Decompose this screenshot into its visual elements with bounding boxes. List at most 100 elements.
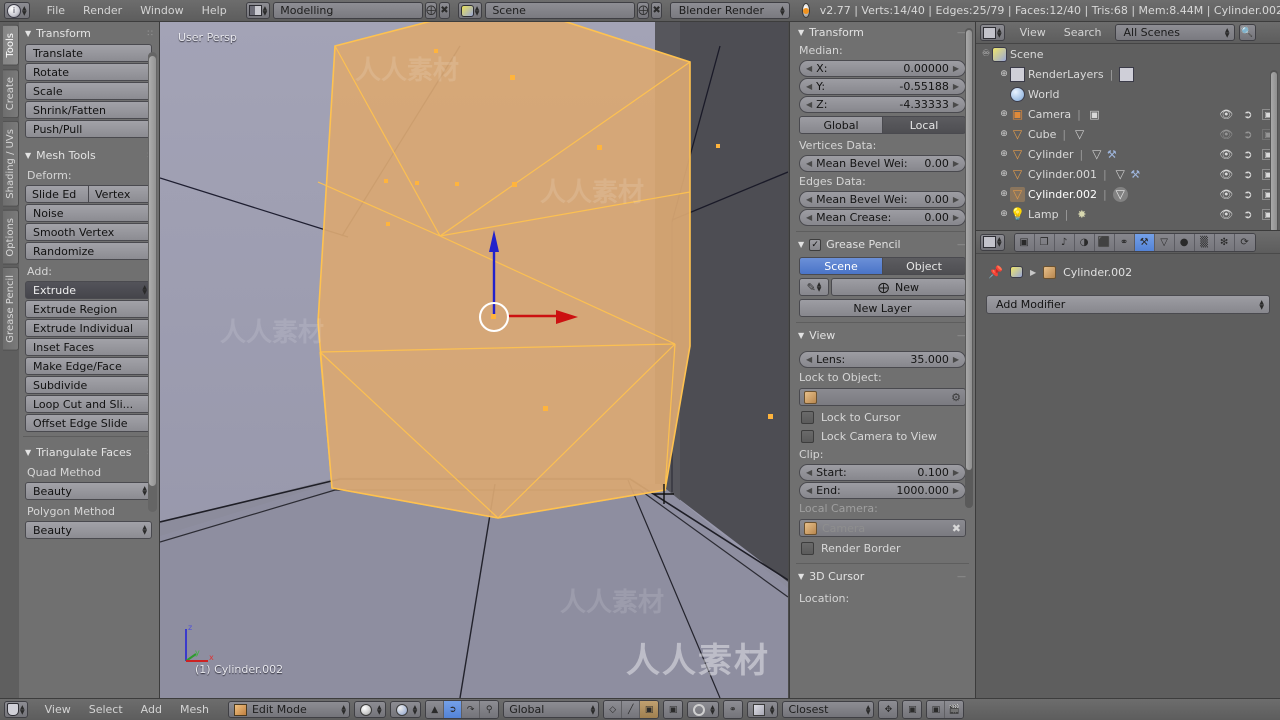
lock-camera-to-view-checkbox[interactable] bbox=[801, 430, 814, 443]
outliner-menu-view[interactable]: View bbox=[1011, 24, 1055, 41]
panel-header-triangulate-faces[interactable]: ▼ Triangulate Faces ∷ bbox=[19, 441, 159, 462]
outliner-row-cylinder-002[interactable]: ⊕ ▽ Cylinder.002 | ▽ 👁 ➲ ▣ bbox=[976, 184, 1280, 204]
scene-selector[interactable]: ▲ ▼ bbox=[457, 2, 483, 19]
select-polygon-method[interactable]: Beauty ▲ ▼ bbox=[25, 521, 152, 539]
add-layout-button[interactable]: ⨁ bbox=[425, 2, 438, 19]
render-opengl-animation-icon[interactable]: 🎬 bbox=[945, 701, 964, 718]
magnet-icon[interactable]: ⚭ bbox=[723, 701, 742, 718]
tool-slide-edge[interactable]: Slide Ed bbox=[25, 185, 89, 203]
render-engine-selector[interactable]: Blender Render ▲ ▼ bbox=[669, 2, 790, 19]
chevron-right-icon[interactable]: ▶ bbox=[953, 159, 959, 168]
expand-icon[interactable]: ⊕ bbox=[998, 189, 1010, 199]
panel-header-grease-pencil[interactable]: ▼ ✓ Grease Pencil — bbox=[790, 234, 975, 254]
tool-shelf-scrollbar[interactable] bbox=[148, 52, 157, 512]
tab-modifiers[interactable]: ⚒ bbox=[1134, 233, 1155, 251]
outliner-row-cube[interactable]: ⊕ ▽ Cube | ▽ 👁 ➲ ▣ bbox=[976, 124, 1280, 144]
collapse-icon[interactable]: ♾ bbox=[980, 49, 992, 59]
manipulator-rotate-icon[interactable]: ↷ bbox=[462, 701, 481, 718]
limit-selection-visible-icon[interactable]: ▣ bbox=[664, 701, 683, 718]
button-global[interactable]: Global bbox=[799, 116, 883, 134]
field-vertex-mean-bevel-weight[interactable]: ◀ Mean Bevel Wei: 0.00 ▶ bbox=[799, 155, 966, 172]
tool-make-edge-face[interactable]: Make Edge/Face bbox=[25, 357, 152, 375]
field-local-camera[interactable]: Camera ✖ bbox=[799, 519, 966, 537]
button-local[interactable]: Local bbox=[883, 116, 966, 134]
chevron-right-icon[interactable]: ▶ bbox=[953, 486, 959, 495]
tab-create[interactable]: Create bbox=[3, 68, 19, 118]
outliner-scrollbar[interactable] bbox=[1270, 70, 1278, 230]
chevron-left-icon[interactable]: ◀ bbox=[806, 100, 812, 109]
snap-align-rotation-icon[interactable]: ✥ bbox=[879, 701, 898, 718]
delete-scene-button[interactable]: ✖ bbox=[651, 2, 662, 19]
outliner-row-cylinder[interactable]: ⊕ ▽ Cylinder | ▽ ⚒ 👁 ➲ ▣ bbox=[976, 144, 1280, 164]
chevron-right-icon[interactable]: ▶ bbox=[953, 468, 959, 477]
outliner-row-cylinder-001[interactable]: ⊕ ▽ Cylinder.001 | ▽ ⚒ 👁 ➲ ▣ bbox=[976, 164, 1280, 184]
tab-world[interactable]: ◑ bbox=[1074, 233, 1095, 251]
tool-noise[interactable]: Noise bbox=[25, 204, 152, 222]
tab-particles[interactable]: ❇ bbox=[1214, 233, 1235, 251]
field-clip-end[interactable]: ◀ End: 1000.000 ▶ bbox=[799, 482, 966, 499]
field-clip-start[interactable]: ◀ Start: 0.100 ▶ bbox=[799, 464, 966, 481]
tab-renderlayer[interactable]: ❐ bbox=[1034, 233, 1055, 251]
cursor-arrow-icon[interactable]: ➲ bbox=[1243, 128, 1252, 141]
outliner-row-scene[interactable]: ♾ Scene bbox=[976, 44, 1280, 64]
tool-inset-faces[interactable]: Inset Faces bbox=[25, 338, 152, 356]
chevron-right-icon[interactable]: ▶ bbox=[953, 82, 959, 91]
select-quad-method[interactable]: Beauty ▲ ▼ bbox=[25, 482, 152, 500]
add-scene-button[interactable]: ⨁ bbox=[637, 2, 650, 19]
cursor-arrow-icon[interactable]: ➲ bbox=[1243, 208, 1252, 221]
button-gp-new-layer[interactable]: New Layer bbox=[799, 299, 966, 317]
tab-constraints[interactable]: ⚭ bbox=[1114, 233, 1135, 251]
checkbox-render-border-row[interactable]: Render Border bbox=[790, 539, 975, 558]
menu-file[interactable]: File bbox=[38, 2, 74, 19]
tab-object-data[interactable]: ▽ bbox=[1154, 233, 1175, 251]
menu-help[interactable]: Help bbox=[193, 2, 236, 19]
tab-render[interactable]: ▣ bbox=[1014, 233, 1035, 251]
tool-extrude-dropdown[interactable]: Extrude ▲ ▼ bbox=[25, 281, 152, 299]
tab-texture[interactable]: ▒ bbox=[1194, 233, 1215, 251]
outliner-row-renderlayers[interactable]: ⊕ RenderLayers | bbox=[976, 64, 1280, 84]
transform-orientation-selector[interactable]: Global ▲ ▼ bbox=[503, 701, 600, 718]
add-modifier-button[interactable]: Add Modifier ▲ ▼ bbox=[986, 295, 1270, 314]
tab-grease-pencil[interactable]: Grease Pencil bbox=[3, 267, 19, 351]
edge-select-icon[interactable]: ╱ bbox=[622, 701, 641, 718]
chevron-left-icon[interactable]: ◀ bbox=[806, 82, 812, 91]
tool-loop-cut-slide[interactable]: Loop Cut and Sli... bbox=[25, 395, 152, 413]
tab-object[interactable]: ⬛ bbox=[1094, 233, 1115, 251]
outliner-menu-search[interactable]: Search bbox=[1055, 24, 1111, 41]
field-edge-mean-bevel-weight[interactable]: ◀ Mean Bevel Wei: 0.00 ▶ bbox=[799, 191, 966, 208]
field-mean-crease[interactable]: ◀ Mean Crease: 0.00 ▶ bbox=[799, 209, 966, 226]
eye-icon[interactable]: 👁 bbox=[1219, 208, 1233, 221]
tool-extrude-region[interactable]: Extrude Region bbox=[25, 300, 152, 318]
lock-to-cursor-checkbox[interactable] bbox=[801, 411, 814, 424]
screen-layout-field[interactable]: Modelling bbox=[273, 2, 424, 19]
viewport-menu-add[interactable]: Add bbox=[132, 701, 171, 718]
tool-slide-vertex[interactable]: Vertex bbox=[89, 185, 152, 203]
cursor-arrow-icon[interactable]: ➲ bbox=[1243, 148, 1252, 161]
field-median-z[interactable]: ◀ Z: -4.33333 ▶ bbox=[799, 96, 966, 113]
eye-icon[interactable]: 👁 bbox=[1219, 128, 1233, 141]
render-border-checkbox[interactable] bbox=[801, 542, 814, 555]
tool-scale[interactable]: Scale bbox=[25, 82, 152, 100]
chevron-right-icon[interactable]: ▶ bbox=[953, 213, 959, 222]
screen-layout-selector[interactable]: ▲ ▼ bbox=[245, 2, 271, 19]
outliner-row-world[interactable]: World bbox=[976, 84, 1280, 104]
expand-icon[interactable]: ⊕ bbox=[998, 109, 1010, 119]
tool-push-pull[interactable]: Push/Pull bbox=[25, 120, 152, 138]
tool-shrink-fatten[interactable]: Shrink/Fatten bbox=[25, 101, 152, 119]
expand-icon[interactable]: ⊕ bbox=[998, 129, 1010, 139]
tab-options[interactable]: Options bbox=[3, 209, 19, 265]
checkbox-lock-to-cursor-row[interactable]: Lock to Cursor bbox=[790, 408, 975, 427]
button-gp-new[interactable]: ⨁ New bbox=[831, 278, 966, 296]
chevron-left-icon[interactable]: ◀ bbox=[806, 195, 812, 204]
n-panel-scrollbar[interactable] bbox=[965, 28, 973, 508]
outliner-row-lamp[interactable]: ⊕ 💡 Lamp | ✸ 👁 ➲ ▣ bbox=[976, 204, 1280, 224]
field-median-y[interactable]: ◀ Y: -0.55188 ▶ bbox=[799, 78, 966, 95]
viewport-menu-mesh[interactable]: Mesh bbox=[171, 701, 218, 718]
mode-selector[interactable]: Edit Mode ▲ ▼ bbox=[227, 701, 350, 718]
panel-header-mesh-tools[interactable]: ▼ Mesh Tools ∷ bbox=[19, 144, 159, 165]
render-opengl-camera-icon[interactable]: ▣ bbox=[927, 701, 946, 718]
tool-subdivide[interactable]: Subdivide bbox=[25, 376, 152, 394]
checkbox-lock-camera-to-view-row[interactable]: Lock Camera to View bbox=[790, 427, 975, 446]
eye-icon[interactable]: 👁 bbox=[1219, 108, 1233, 121]
menu-window[interactable]: Window bbox=[131, 2, 192, 19]
